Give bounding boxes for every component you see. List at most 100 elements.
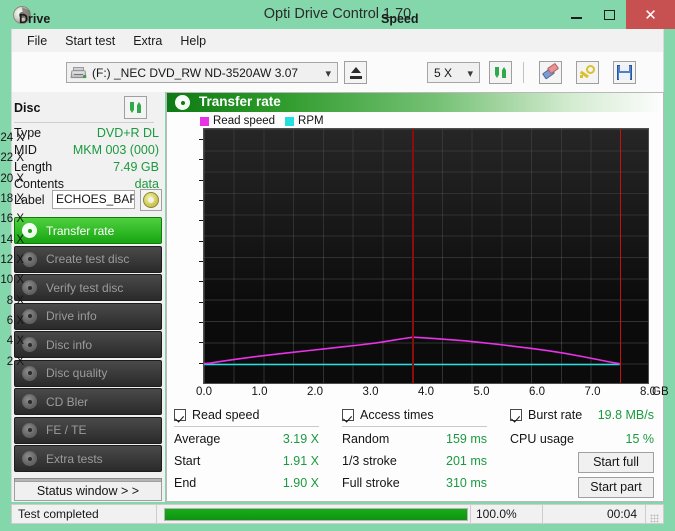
progress-bar xyxy=(164,508,468,521)
status-divider xyxy=(156,505,157,523)
disc-info-row: MID MKM 003 (000) xyxy=(14,143,159,160)
maximize-icon xyxy=(604,10,615,20)
sidebar-item-label: CD Bler xyxy=(46,395,88,409)
chart-y-tick-label: 8 X xyxy=(0,295,24,307)
resize-grip[interactable] xyxy=(650,514,659,523)
speed-select-value: 5 X xyxy=(434,66,452,80)
chart-x-tick-label: 6.0 xyxy=(529,386,545,398)
read-speed-key: End xyxy=(174,476,196,490)
eject-icon xyxy=(351,67,361,73)
legend-swatch-rpm xyxy=(285,117,294,126)
sidebar-item-label: FE / TE xyxy=(46,423,86,437)
sidebar-item-disc-info[interactable]: Disc info xyxy=(14,331,162,358)
disc-icon xyxy=(21,422,38,439)
drive-label: Drive xyxy=(19,12,50,26)
refresh-button[interactable] xyxy=(489,61,512,84)
sidebar-item-label: Verify test disc xyxy=(46,281,123,295)
access-times-value: 201 ms xyxy=(407,454,487,468)
refresh-icon xyxy=(125,97,146,118)
disc-label-button[interactable] xyxy=(140,189,162,211)
key-icon xyxy=(577,62,598,83)
access-times-key: Random xyxy=(342,432,389,446)
start-full-button[interactable]: Start full xyxy=(578,452,654,473)
read-speed-key: Average xyxy=(174,432,220,446)
chart-y-tick-label: 22 X xyxy=(0,152,24,164)
stats-area: Read speed Average 3.19 X Start 1.91 X E… xyxy=(170,406,660,500)
save-button[interactable] xyxy=(613,61,636,84)
status-divider xyxy=(645,505,646,523)
chart-x-tick-label: 0.0 xyxy=(196,386,212,398)
disc-divider xyxy=(14,122,154,123)
disc-info-row: Length 7.49 GB xyxy=(14,160,159,177)
sidebar-item-transfer-rate[interactable]: Transfer rate xyxy=(14,217,162,244)
legend-label-rpm: RPM xyxy=(298,115,324,127)
disc-info-value: 7.49 GB xyxy=(113,160,159,174)
transfer-rate-icon xyxy=(175,95,190,110)
sidebar-item-drive-info[interactable]: Drive info xyxy=(14,303,162,330)
chevron-down-icon: ▾ xyxy=(467,67,473,80)
minimize-button[interactable] xyxy=(560,0,593,29)
sidebar-item-create-test-disc[interactable]: Create test disc xyxy=(14,246,162,273)
chart-marker-layer-break xyxy=(412,129,413,383)
sidebar-item-label: Disc info xyxy=(46,338,92,352)
eject-button[interactable] xyxy=(344,61,367,84)
drive-icon xyxy=(71,66,87,80)
menu-item-start-test[interactable]: Start test xyxy=(56,32,124,50)
legend-swatch-read-speed xyxy=(200,117,209,126)
burst-rate-checkbox[interactable] xyxy=(510,409,522,421)
minimize-icon xyxy=(571,17,582,19)
read-speed-checkbox-label: Read speed xyxy=(192,408,259,422)
chart-y-tick-label: 6 X xyxy=(0,315,24,327)
chart-x-tick-label: 3.0 xyxy=(363,386,379,398)
menu-item-help[interactable]: Help xyxy=(171,32,215,50)
chart-legend: Read speed RPM xyxy=(200,115,324,127)
chevron-down-icon: ▾ xyxy=(325,67,331,80)
sidebar-item-verify-test-disc[interactable]: Verify test disc xyxy=(14,274,162,301)
speed-select[interactable]: 5 X ▾ xyxy=(427,62,480,83)
read-speed-checkbox[interactable] xyxy=(174,409,186,421)
chart-marker-disc-end xyxy=(620,129,621,383)
chart-y-tick-label: 4 X xyxy=(0,335,24,347)
options-button[interactable] xyxy=(576,61,599,84)
cpu-usage-value: 15 % xyxy=(574,432,654,446)
erase-button[interactable] xyxy=(539,61,562,84)
menu-item-extra[interactable]: Extra xyxy=(124,32,171,50)
drive-select[interactable]: (F:) _NEC DVD_RW ND-3520AW 3.07 ▾ xyxy=(66,62,338,83)
maximize-button[interactable] xyxy=(593,0,626,29)
status-bar: Test completed 100.0% 00:04 xyxy=(11,504,664,524)
disc-title: Disc xyxy=(14,101,40,115)
chart-y-tick-label: 24 X xyxy=(0,132,24,144)
access-times-checkbox[interactable] xyxy=(342,409,354,421)
disc-label-input[interactable]: ECHOES_BARE xyxy=(52,190,135,209)
chart-y-tick-label: 2 X xyxy=(0,356,24,368)
refresh-icon xyxy=(490,62,511,83)
chart-y-tick-label: 18 X xyxy=(0,193,24,205)
disc-refresh-button[interactable] xyxy=(124,96,147,119)
eraser-icon xyxy=(540,62,561,83)
chart-x-tick-label: 4.0 xyxy=(418,386,434,398)
chart-y-tick-label: 10 X xyxy=(0,274,24,286)
menu-item-file[interactable]: File xyxy=(18,32,56,50)
close-button[interactable]: ✕ xyxy=(626,0,675,29)
status-window-button[interactable]: Status window > > xyxy=(14,481,162,501)
status-divider xyxy=(542,505,543,523)
sidebar-item-label: Extra tests xyxy=(46,452,103,466)
transfer-rate-chart[interactable] xyxy=(203,128,649,384)
start-part-button[interactable]: Start part xyxy=(578,477,654,498)
toolbar-divider xyxy=(523,62,524,83)
window-buttons: ✕ xyxy=(560,0,675,29)
cpu-usage-key: CPU usage xyxy=(510,432,574,446)
read-speed-key: Start xyxy=(174,454,200,468)
read-speed-value: 3.19 X xyxy=(239,432,319,446)
access-times-key: 1/3 stroke xyxy=(342,454,397,468)
title-bar: Opti Drive Control 1.70 ✕ xyxy=(0,0,675,29)
chart-y-tick-label: 12 X xyxy=(0,254,24,266)
read-speed-value: 1.91 X xyxy=(239,454,319,468)
disc-info-value: DVD+R DL xyxy=(97,126,159,140)
sidebar-item-fe-te[interactable]: FE / TE xyxy=(14,417,162,444)
sidebar-item-extra-tests[interactable]: Extra tests xyxy=(14,445,162,472)
sidebar-item-label: Transfer rate xyxy=(46,224,114,238)
disc-label-row: Label ECHOES_BARE xyxy=(14,190,162,211)
sidebar-item-cd-bler[interactable]: CD Bler xyxy=(14,388,162,415)
sidebar-item-disc-quality[interactable]: Disc quality xyxy=(14,360,162,387)
